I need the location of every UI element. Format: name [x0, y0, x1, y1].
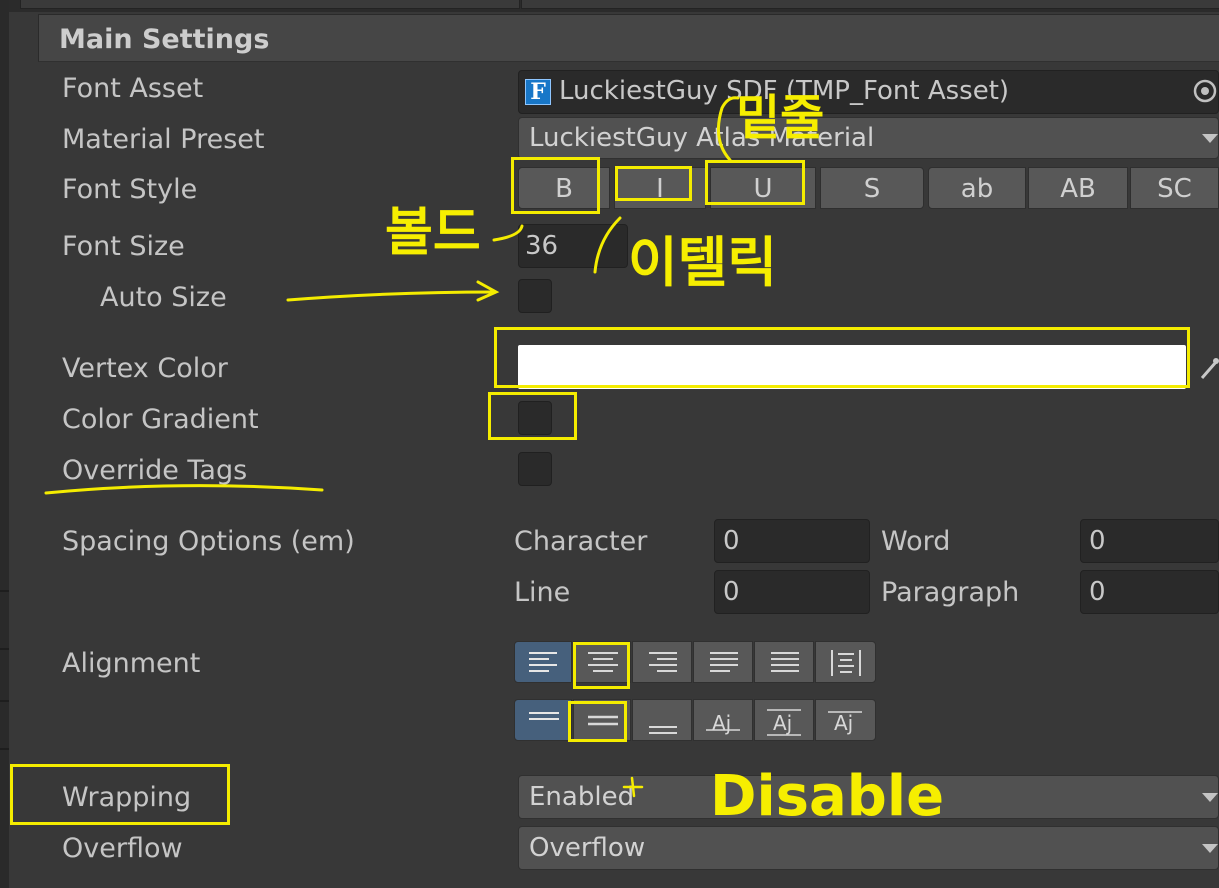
italic-pointer-line — [593, 216, 622, 274]
disable-annotation: Disable — [710, 764, 945, 829]
italic-annotation: 이텔릭 — [628, 231, 778, 294]
cursor-sparkle-icon — [622, 776, 644, 798]
annotation-strokes — [44, 96, 740, 798]
bold-pointer-line — [492, 224, 524, 242]
auto-size-arrow-line — [286, 290, 497, 302]
bold-annotation: 볼드 — [385, 203, 481, 263]
override-tags-underline — [44, 484, 324, 495]
underline-annotation: 밑줄 — [736, 90, 825, 146]
